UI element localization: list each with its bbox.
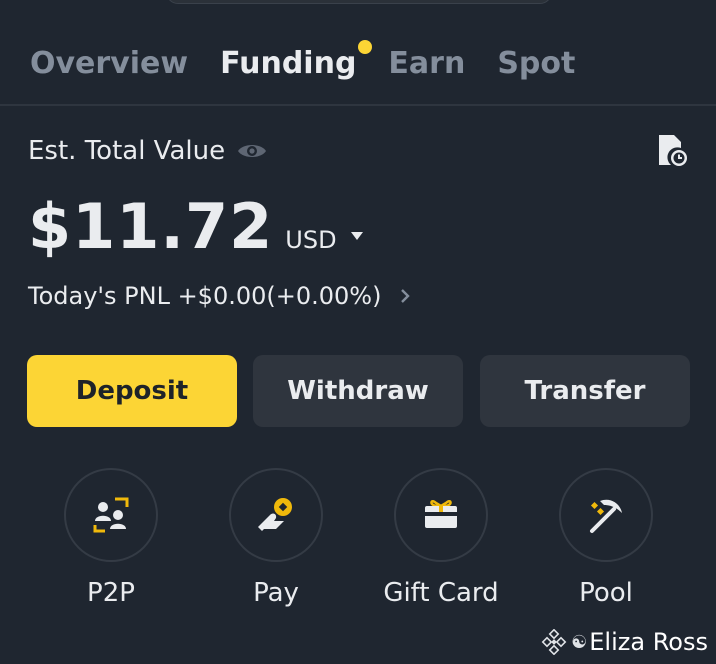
shortcut-p2p[interactable]: P2P <box>46 468 176 608</box>
tab-earn[interactable]: Earn <box>388 44 465 84</box>
balance-row: $11.72 USD <box>28 190 363 263</box>
shortcut-pool-circle <box>559 468 653 562</box>
tabs-divider <box>0 104 716 106</box>
avatar-mark-icon: ☯ <box>571 631 588 653</box>
funding-screen: Overview Funding Earn Spot Est. Total Va… <box>0 0 716 664</box>
tab-spot-label: Spot <box>497 46 576 81</box>
watermark-name: Eliza Ross <box>589 628 708 656</box>
tab-overview-label: Overview <box>30 46 189 81</box>
watermark: ☯ Eliza Ross <box>541 628 708 656</box>
history-icon[interactable] <box>656 134 688 168</box>
shortcut-p2p-label: P2P <box>87 578 135 608</box>
shortcut-p2p-circle <box>64 468 158 562</box>
tab-funding[interactable]: Funding <box>220 40 373 84</box>
shortcut-gift-card-circle <box>394 468 488 562</box>
eye-icon[interactable] <box>237 141 267 161</box>
top-search-bar-edge[interactable] <box>166 0 552 4</box>
shortcut-pay-label: Pay <box>253 578 299 608</box>
gift-card-icon <box>425 500 457 528</box>
tab-funding-label: Funding <box>220 46 357 81</box>
withdraw-button[interactable]: Withdraw <box>253 355 463 427</box>
shortcut-gift-card-label: Gift Card <box>383 578 499 608</box>
wallet-tabs: Overview Funding Earn Spot <box>30 40 607 84</box>
est-total-value-row: Est. Total Value <box>28 136 267 166</box>
pnl-text: Today's PNL +$0.00(+0.00%) <box>28 282 382 310</box>
binance-logo-icon <box>541 629 567 655</box>
shortcut-gift-card[interactable]: Gift Card <box>376 468 506 608</box>
chevron-right-icon <box>401 289 411 303</box>
pnl-row[interactable]: Today's PNL +$0.00(+0.00%) <box>28 282 411 310</box>
pickaxe-icon <box>590 499 622 533</box>
tab-spot[interactable]: Spot <box>497 44 575 84</box>
pay-icon <box>258 498 292 531</box>
deposit-button[interactable]: Deposit <box>27 355 237 427</box>
est-total-value-label: Est. Total Value <box>28 136 226 166</box>
p2p-icon <box>93 497 129 533</box>
shortcut-pay[interactable]: Pay <box>211 468 341 608</box>
tab-earn-label: Earn <box>388 46 466 81</box>
shortcut-pool-label: Pool <box>579 578 633 608</box>
currency-label: USD <box>285 226 337 254</box>
tab-overview[interactable]: Overview <box>30 44 188 84</box>
caret-down-icon[interactable] <box>350 232 363 240</box>
balance-amount: $11.72 <box>28 190 274 263</box>
notification-dot <box>358 40 373 54</box>
shortcut-pay-circle <box>229 468 323 562</box>
shortcut-pool[interactable]: Pool <box>541 468 671 608</box>
transfer-button[interactable]: Transfer <box>480 355 690 427</box>
